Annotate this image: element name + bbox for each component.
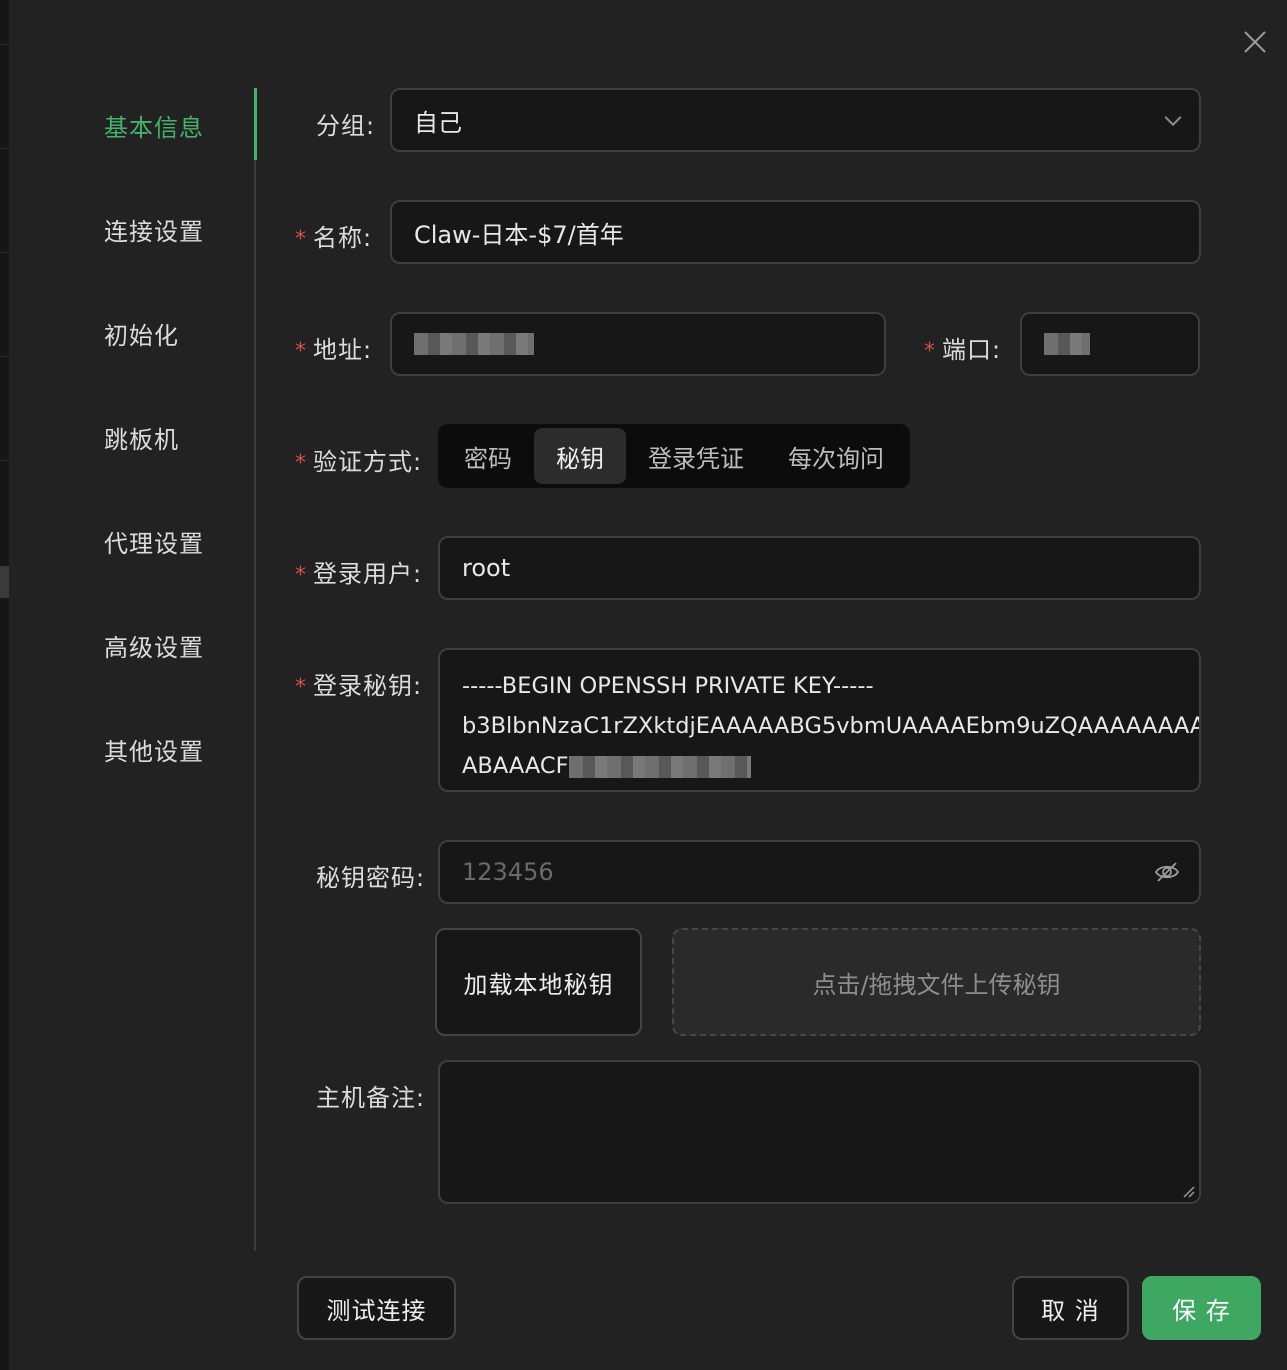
group-label: 分组: (316, 112, 376, 140)
key-textarea[interactable]: -----BEGIN OPENSSH PRIVATE KEY----- b3Bl… (438, 648, 1201, 792)
close-icon (1244, 31, 1266, 53)
auth-option-ask-each-time[interactable]: 每次询问 (766, 428, 906, 484)
name-input-value: Claw-日本-$7/首年 (414, 220, 624, 249)
auth-option-credential[interactable]: 登录凭证 (626, 428, 766, 484)
required-mark: * (924, 339, 936, 364)
nav-item-advanced[interactable]: 高级设置 (104, 628, 204, 663)
backdrop (0, 0, 9, 1370)
save-button[interactable]: 保 存 (1142, 1276, 1261, 1340)
passphrase-input[interactable]: 123456 (438, 840, 1201, 904)
required-mark: * (295, 339, 307, 364)
address-input[interactable] (390, 312, 886, 376)
nav-item-basic-info[interactable]: 基本信息 (104, 108, 204, 143)
name-label: * 名称: (295, 218, 372, 253)
host-edit-dialog: 基本信息 连接设置 初始化 跳板机 代理设置 高级设置 其他设置 分组: 自己 … (9, 0, 1287, 1370)
test-connection-button[interactable]: 测试连接 (297, 1276, 456, 1340)
auth-option-password[interactable]: 密码 (442, 428, 534, 484)
auth-option-key[interactable]: 秘钥 (534, 428, 626, 484)
key-line: ABAAACF (462, 753, 569, 779)
group-select-value: 自己 (414, 108, 462, 137)
passphrase-placeholder: 123456 (462, 858, 554, 886)
name-input[interactable]: Claw-日本-$7/首年 (390, 200, 1201, 264)
redacted-key (568, 755, 751, 778)
auth-label-text: 验证方式: (313, 448, 423, 476)
auth-label: * 验证方式: (295, 442, 422, 477)
notes-label: 主机备注: (316, 1084, 426, 1112)
address-label: * 地址: (295, 330, 372, 365)
user-input-value: root (462, 554, 511, 582)
close-button[interactable] (1239, 26, 1271, 58)
address-label-text: 地址: (313, 336, 373, 364)
required-mark: * (295, 675, 307, 700)
nav-active-indicator (254, 88, 257, 160)
required-mark: * (295, 563, 307, 588)
name-label-text: 名称: (313, 224, 373, 252)
eye-off-icon[interactable] (1153, 858, 1181, 886)
chevron-down-icon (1164, 109, 1182, 127)
port-label: * 端口: (924, 330, 1001, 365)
nav-item-init[interactable]: 初始化 (104, 316, 179, 351)
backdrop-scroll-thumb (0, 566, 9, 598)
key-label-text: 登录秘钥: (313, 672, 423, 700)
required-mark: * (295, 451, 307, 476)
nav-item-connection[interactable]: 连接设置 (104, 212, 204, 247)
key-line: -----BEGIN OPENSSH PRIVATE KEY----- (462, 673, 874, 699)
group-select[interactable]: 自己 (390, 88, 1201, 152)
user-input[interactable]: root (438, 536, 1201, 600)
redacted-port (1044, 333, 1090, 355)
key-label: * 登录秘钥: (295, 666, 422, 701)
load-local-key-button[interactable]: 加载本地秘钥 (435, 928, 642, 1036)
key-upload-dropzone[interactable]: 点击/拖拽文件上传秘钥 (672, 928, 1201, 1036)
auth-method-segmented: 密码 秘钥 登录凭证 每次询问 (438, 424, 910, 488)
key-line: b3BlbnNzaC1rZXktdjEAAAAABG5vbmUAAAAEbm9u… (462, 713, 1201, 739)
required-mark: * (295, 227, 307, 252)
resize-handle-icon[interactable] (1181, 1184, 1195, 1198)
passphrase-label: 秘钥密码: (316, 864, 426, 892)
notes-textarea[interactable] (438, 1060, 1201, 1204)
user-label-text: 登录用户: (313, 560, 423, 588)
cancel-button[interactable]: 取 消 (1012, 1276, 1129, 1340)
nav-item-other[interactable]: 其他设置 (104, 732, 204, 767)
nav-item-proxy[interactable]: 代理设置 (104, 524, 204, 559)
nav-rail (254, 88, 256, 1251)
key-line-3: ABAAACF (462, 746, 1177, 786)
user-label: * 登录用户: (295, 554, 422, 589)
port-label-text: 端口: (942, 336, 1002, 364)
port-input[interactable] (1020, 312, 1200, 376)
redacted-address (414, 333, 534, 355)
nav-item-jump-host[interactable]: 跳板机 (104, 420, 179, 455)
